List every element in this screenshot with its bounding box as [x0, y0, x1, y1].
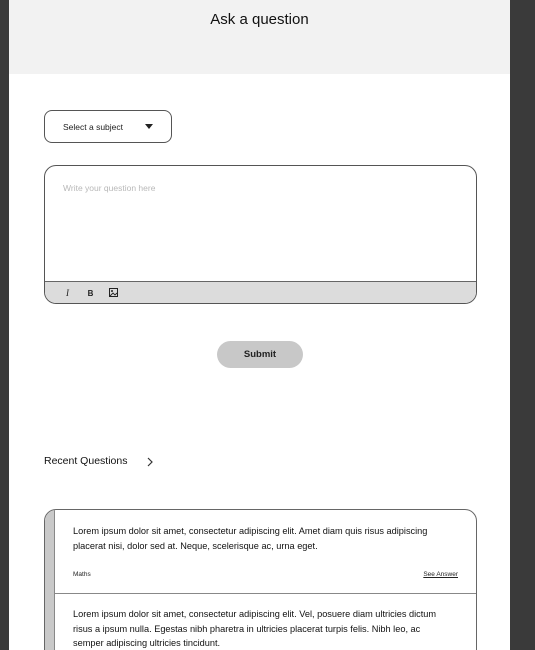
list-item[interactable]: Lorem ipsum dolor sit amet, consectetur …: [55, 510, 476, 594]
ask-question-page: Ask a question Select a subject I B Subm…: [9, 0, 510, 650]
header: Ask a question: [9, 0, 510, 74]
recent-questions-title: Recent Questions: [44, 455, 128, 467]
recent-questions-list: Lorem ipsum dolor sit amet, consectetur …: [44, 509, 477, 650]
chevron-right-icon[interactable]: [144, 455, 156, 467]
question-input[interactable]: [63, 183, 458, 278]
subject-dropdown-label: Select a subject: [63, 122, 124, 132]
question-text: Lorem ipsum dolor sit amet, consectetur …: [73, 609, 437, 648]
caret-down-icon: [145, 124, 153, 129]
image-icon[interactable]: [108, 288, 119, 299]
submit-button[interactable]: Submit: [217, 341, 303, 368]
question-text: Lorem ipsum dolor sit amet, consectetur …: [73, 526, 428, 551]
italic-icon[interactable]: I: [62, 288, 73, 299]
question-subject: Maths: [73, 571, 91, 578]
question-editor: I B: [44, 165, 477, 304]
editor-toolbar: I B: [45, 281, 476, 303]
subject-dropdown[interactable]: Select a subject: [44, 110, 172, 143]
list-item[interactable]: Lorem ipsum dolor sit amet, consectetur …: [55, 594, 476, 650]
list-accent-bar: [45, 510, 55, 650]
bold-icon[interactable]: B: [85, 288, 96, 299]
page-title: Ask a question: [210, 11, 309, 28]
see-answer-link[interactable]: See Answer: [423, 571, 458, 578]
